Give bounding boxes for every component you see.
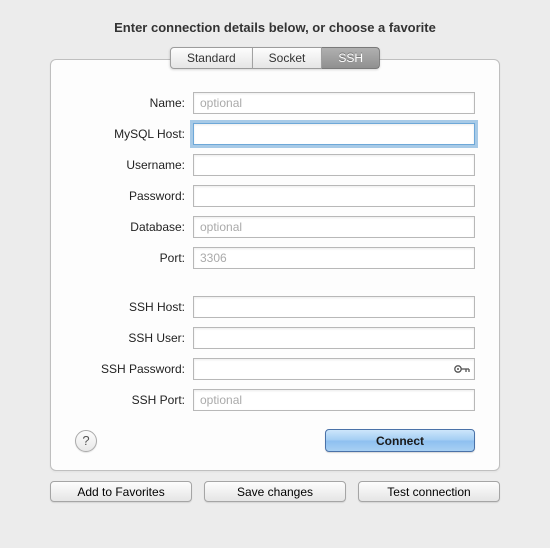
password-label: Password:	[75, 189, 193, 203]
connection-panel: Standard Socket SSH Name: MySQL Host: Us…	[50, 59, 500, 471]
name-field[interactable]	[193, 92, 475, 114]
ssh-port-label: SSH Port:	[75, 393, 193, 407]
test-connection-button[interactable]: Test connection	[358, 481, 500, 502]
page-title: Enter connection details below, or choos…	[114, 20, 436, 35]
password-field[interactable]	[193, 185, 475, 207]
ssh-user-field[interactable]	[193, 327, 475, 349]
ssh-password-label: SSH Password:	[75, 362, 193, 376]
tab-socket[interactable]: Socket	[253, 47, 323, 69]
port-field[interactable]	[193, 247, 475, 269]
database-label: Database:	[75, 220, 193, 234]
action-buttons: Add to Favorites Save changes Test conne…	[50, 481, 500, 502]
ssh-port-field[interactable]	[193, 389, 475, 411]
username-label: Username:	[75, 158, 193, 172]
ssh-host-label: SSH Host:	[75, 300, 193, 314]
ssh-user-label: SSH User:	[75, 331, 193, 345]
name-label: Name:	[75, 96, 193, 110]
mysql-host-label: MySQL Host:	[75, 127, 193, 141]
port-label: Port:	[75, 251, 193, 265]
tab-standard[interactable]: Standard	[170, 47, 253, 69]
help-button[interactable]: ?	[75, 430, 97, 452]
mysql-host-field[interactable]	[193, 123, 475, 145]
username-field[interactable]	[193, 154, 475, 176]
database-field[interactable]	[193, 216, 475, 238]
save-changes-button[interactable]: Save changes	[204, 481, 346, 502]
key-icon[interactable]	[454, 363, 470, 375]
ssh-host-field[interactable]	[193, 296, 475, 318]
tab-ssh[interactable]: SSH	[322, 47, 380, 69]
connection-tabs: Standard Socket SSH	[170, 47, 380, 69]
connect-button[interactable]: Connect	[325, 429, 475, 452]
add-to-favorites-button[interactable]: Add to Favorites	[50, 481, 192, 502]
ssh-password-field[interactable]	[193, 358, 475, 380]
